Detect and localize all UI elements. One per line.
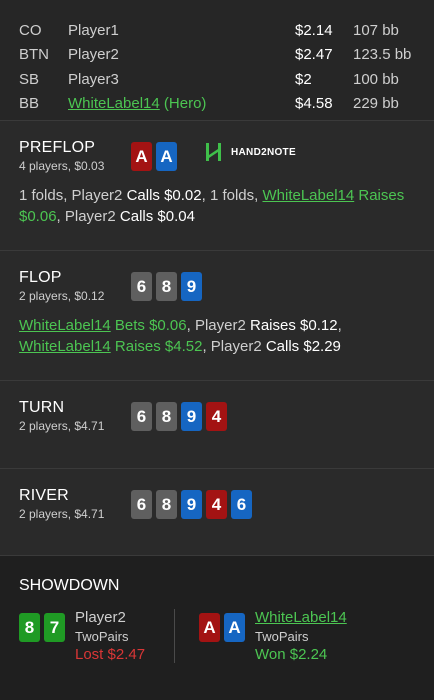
hero-action: Raises $4.52 <box>110 338 203 355</box>
player-stack: $2.47 <box>295 46 333 64</box>
player-row: BTN Player2 $2.47 123.5 bb <box>19 43 415 68</box>
action-text: 1 folds, Player2 <box>19 187 127 204</box>
street-summary: 4 players, $0.03 <box>19 159 105 173</box>
card: 8 <box>156 272 177 301</box>
action-amount: Calls $2.29 <box>265 338 341 355</box>
action-text: , Player2 <box>186 317 250 334</box>
showdown-title: SHOWDOWN <box>19 577 120 594</box>
hero-name-link[interactable]: WhiteLabel14 <box>262 187 354 204</box>
card: A <box>224 613 245 642</box>
showdown-player-name: Player2 <box>75 609 126 626</box>
street-heading: FLOP 2 players, $0.12 <box>19 269 131 303</box>
action-amount: Raises $0.12 <box>250 317 338 334</box>
player-stack-bb: 107 bb <box>353 21 399 39</box>
hero-action: Bets $0.06 <box>110 317 187 334</box>
player-stack-bb: 100 bb <box>353 70 399 88</box>
showdown-hand-rank: TwoPairs <box>255 629 309 644</box>
hero-name-link[interactable]: WhiteLabel14 <box>68 95 160 112</box>
card: A <box>199 613 220 642</box>
card: 6 <box>131 490 152 519</box>
showdown-info: Player2 TwoPairs Lost $2.47 <box>75 609 145 663</box>
hand-history-panel: CO Player1 $2.14 107 bb BTN Player2 $2.4… <box>0 0 434 700</box>
player-row: CO Player1 $2.14 107 bb <box>19 18 415 43</box>
street-title: FLOP <box>19 269 62 286</box>
position-label: BTN <box>19 46 49 64</box>
player-name: Player3 <box>68 70 119 88</box>
street-title: PREFLOP <box>19 139 96 156</box>
shown-cards: 8 7 <box>19 613 65 642</box>
player-stack: $2 <box>295 70 312 88</box>
card: A <box>131 142 152 171</box>
hero-hole-cards: A A <box>131 142 177 171</box>
preflop-section: PREFLOP 4 players, $0.03 A A HAND2NOTE 1… <box>0 121 434 251</box>
card: 9 <box>181 272 202 301</box>
hero-name: WhiteLabel14 (Hero) <box>68 95 295 112</box>
action-text: , Player2 <box>56 208 120 225</box>
showdown-result: Lost $2.47 <box>75 646 146 663</box>
showdown-player-left: 8 7 Player2 TwoPairs Lost $2.47 <box>19 609 175 663</box>
card: 7 <box>44 613 65 642</box>
logo-text: HAND2NOTE <box>231 146 296 158</box>
river-section: RIVER 2 players, $4.71 6 8 9 4 6 <box>0 469 434 556</box>
card: 8 <box>156 402 177 431</box>
hero-name-link[interactable]: WhiteLabel14 <box>19 317 111 334</box>
card: 4 <box>206 490 227 519</box>
card: 4 <box>206 402 227 431</box>
street-summary: 2 players, $4.71 <box>19 507 105 521</box>
flop-section: FLOP 2 players, $0.12 6 8 9 WhiteLabel14… <box>0 251 434 381</box>
card: 6 <box>131 272 152 301</box>
position-label: CO <box>19 21 42 39</box>
showdown-section: SHOWDOWN 8 7 Player2 TwoPairs Lost $2.47… <box>0 556 434 682</box>
hand2note-logo: HAND2NOTE <box>203 141 296 163</box>
player-stack: $4.58 <box>295 95 333 113</box>
player-stack: $2.14 <box>295 21 333 39</box>
action-amount: Calls $0.02 <box>126 187 202 204</box>
turn-section: TURN 2 players, $4.71 6 8 9 4 <box>0 381 434 469</box>
card: 6 <box>131 402 152 431</box>
card: 8 <box>19 613 40 642</box>
card: A <box>156 142 177 171</box>
card: 9 <box>181 490 202 519</box>
showdown-result: Won $2.24 <box>255 646 328 663</box>
hero-suffix: (Hero) <box>159 95 207 113</box>
street-summary: 2 players, $4.71 <box>19 419 105 433</box>
player-name: Player1 <box>68 21 119 39</box>
street-heading: RIVER 2 players, $4.71 <box>19 487 131 521</box>
position-label: BB <box>19 95 40 113</box>
street-title: TURN <box>19 399 65 416</box>
street-heading: PREFLOP 4 players, $0.03 <box>19 139 131 173</box>
card: 9 <box>181 402 202 431</box>
player-name: Player2 <box>68 46 119 64</box>
flop-actions: WhiteLabel14 Bets $0.06, Player2 Raises … <box>19 315 415 357</box>
showdown-hero-name-link[interactable]: WhiteLabel14 <box>255 609 347 626</box>
hero-name-link[interactable]: WhiteLabel14 <box>19 338 111 355</box>
card: 8 <box>156 490 177 519</box>
street-heading: TURN 2 players, $4.71 <box>19 399 131 433</box>
board-cards: 6 8 9 4 6 <box>131 490 252 519</box>
showdown-hand-rank: TwoPairs <box>75 629 129 644</box>
player-row-hero: BB WhiteLabel14 (Hero) $4.58 229 bb <box>19 92 415 117</box>
card: 6 <box>231 490 252 519</box>
showdown-player-right: A A WhiteLabel14 TwoPairs Won $2.24 <box>175 609 347 663</box>
players-table: CO Player1 $2.14 107 bb BTN Player2 $2.4… <box>0 0 434 121</box>
showdown-results: 8 7 Player2 TwoPairs Lost $2.47 A A Whit… <box>19 609 415 663</box>
board-cards: 6 8 9 <box>131 272 202 301</box>
action-text: , <box>337 317 342 334</box>
hand2note-logo-icon <box>206 143 221 161</box>
player-row: SB Player3 $2 100 bb <box>19 67 415 92</box>
street-summary: 2 players, $0.12 <box>19 289 105 303</box>
showdown-info: WhiteLabel14 TwoPairs Won $2.24 <box>255 609 347 663</box>
position-label: SB <box>19 70 40 88</box>
board-cards: 6 8 9 4 <box>131 402 227 431</box>
shown-cards: A A <box>199 613 245 642</box>
action-text: , Player2 <box>202 338 266 355</box>
action-text: , 1 folds, <box>201 187 263 204</box>
preflop-actions: 1 folds, Player2 Calls $0.02, 1 folds, W… <box>19 185 415 227</box>
action-amount: Calls $0.04 <box>119 208 195 225</box>
street-title: RIVER <box>19 487 69 504</box>
player-stack-bb: 229 bb <box>353 95 399 113</box>
player-stack-bb: 123.5 bb <box>353 46 412 64</box>
